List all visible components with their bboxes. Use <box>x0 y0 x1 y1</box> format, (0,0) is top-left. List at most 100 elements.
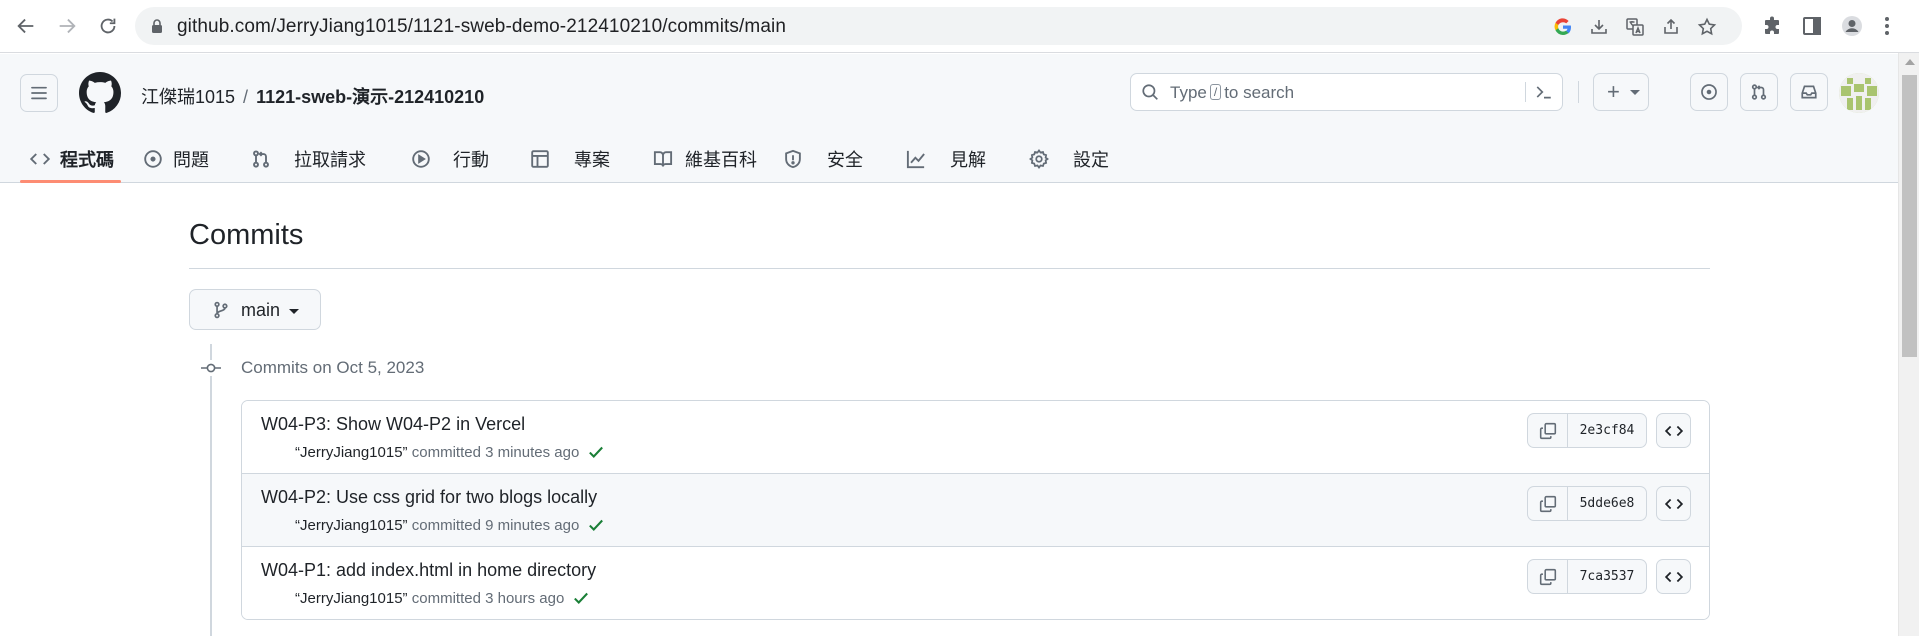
commit-group-heading: Commits on Oct 5, 2023 <box>241 358 425 377</box>
list-item: W04-P3: Show W04-P2 in Vercel “JerryJian… <box>242 401 1709 473</box>
commit-time: 3 minutes ago <box>485 443 580 461</box>
back-icon[interactable] <box>10 10 42 42</box>
tab-pull-requests[interactable]: 拉取請求 <box>251 134 366 183</box>
tab-label: 拉取請求 <box>294 149 366 170</box>
tab-label: 專案 <box>574 149 610 170</box>
commit-time: 9 minutes ago <box>485 516 580 534</box>
branch-selector-button[interactable]: main <box>189 289 321 330</box>
commit-message-link[interactable]: W04-P3: Show W04-P2 in Vercel <box>261 414 525 435</box>
inbox-button[interactable] <box>1790 73 1828 111</box>
page-title: Commits <box>189 219 304 251</box>
forward-icon[interactable] <box>51 10 83 42</box>
issue-opened-icon <box>1701 84 1717 100</box>
copy-sha-button[interactable] <box>1528 487 1568 520</box>
search-divider <box>1525 82 1526 102</box>
hamburger-icon <box>31 86 47 100</box>
commit-message-link[interactable]: W04-P2: Use css grid for two blogs local… <box>261 487 597 508</box>
tab-issues[interactable]: 問題 <box>143 134 209 183</box>
command-palette-icon[interactable] <box>1535 83 1553 101</box>
tab-actions[interactable]: 行動 <box>411 134 489 183</box>
more-icon[interactable] <box>1880 12 1894 40</box>
tab-label: 設定 <box>1073 149 1109 170</box>
repo-name-link[interactable]: 1121-sweb-演示-212410210 <box>256 87 484 107</box>
issues-button[interactable] <box>1690 73 1728 111</box>
commit-action: committed <box>411 589 481 607</box>
copy-sha-button[interactable] <box>1528 414 1568 447</box>
tab-projects[interactable]: 專案 <box>530 134 610 183</box>
reload-icon[interactable] <box>92 10 124 42</box>
tab-label: 見解 <box>950 149 986 170</box>
active-tab-indicator <box>20 180 121 183</box>
gear-icon <box>1029 148 1049 169</box>
tab-code[interactable]: 程式碼 <box>30 134 114 183</box>
commit-message-link[interactable]: W04-P1: add index.html in home directory <box>261 560 596 581</box>
issue-icon <box>143 149 163 169</box>
branch-name: main <box>241 300 281 320</box>
search-icon <box>1141 83 1159 101</box>
check-icon[interactable] <box>587 516 605 534</box>
hamburger-menu-button[interactable] <box>20 74 58 112</box>
sha-button-group: 2e3cf84 <box>1527 413 1647 448</box>
copy-icon <box>1539 495 1556 512</box>
header-divider <box>1578 81 1579 103</box>
side-panel-icon[interactable] <box>1798 12 1826 40</box>
tab-wiki[interactable]: 維基百科 <box>653 134 757 183</box>
check-icon[interactable] <box>572 589 590 607</box>
check-icon[interactable] <box>587 443 605 461</box>
scroll-up-arrow-icon[interactable] <box>1905 59 1915 65</box>
breadcrumb: 江傑瑞1015 / 1121-sweb-演示-212410210 <box>141 83 484 109</box>
browse-repo-button[interactable] <box>1656 486 1691 521</box>
commit-author[interactable]: “JerryJiang1015” <box>295 444 408 461</box>
pull-request-icon <box>251 149 271 169</box>
commit-author[interactable]: “JerryJiang1015” <box>295 517 408 534</box>
copy-icon <box>1539 568 1556 585</box>
repo-header: 江傑瑞1015 / 1121-sweb-演示-212410210 Type / to s… <box>0 54 1898 183</box>
tab-label: 問題 <box>173 149 209 170</box>
commit-action: committed <box>411 443 481 461</box>
tab-label: 行動 <box>453 149 489 170</box>
page-scrollbar[interactable] <box>1898 53 1919 636</box>
tab-insights[interactable]: 見解 <box>906 134 986 183</box>
tab-label: 安全 <box>827 149 863 170</box>
translate-icon[interactable] <box>1623 15 1647 39</box>
commit-sha-link[interactable]: 2e3cf84 <box>1568 414 1646 447</box>
list-item: W04-P2: Use css grid for two blogs local… <box>242 473 1709 546</box>
commit-action: committed <box>411 516 481 534</box>
commit-sha-link[interactable]: 5dde6e8 <box>1568 487 1646 520</box>
table-icon <box>530 149 550 169</box>
commit-author[interactable]: “JerryJiang1015” <box>295 590 408 607</box>
browse-repo-button[interactable] <box>1656 559 1691 594</box>
book-icon <box>653 149 673 169</box>
scroll-thumb[interactable] <box>1902 75 1917 357</box>
pull-request-icon <box>1751 84 1767 100</box>
tab-settings[interactable]: 設定 <box>1029 134 1109 183</box>
lock-icon[interactable] <box>149 18 165 34</box>
commit-sha-link[interactable]: 7ca3537 <box>1568 560 1646 593</box>
create-new-button[interactable]: + <box>1593 73 1649 111</box>
sha-button-group: 7ca3537 <box>1527 559 1647 594</box>
list-item: W04-P1: add index.html in home directory… <box>242 546 1709 619</box>
search-input[interactable]: Type / to search <box>1130 73 1563 111</box>
bookmark-star-icon[interactable] <box>1695 15 1719 39</box>
caret-down-icon <box>289 309 299 314</box>
pull-requests-button[interactable] <box>1740 73 1778 111</box>
profile-icon[interactable] <box>1838 12 1866 40</box>
google-icon[interactable] <box>1551 15 1575 39</box>
git-branch-icon <box>212 301 230 319</box>
address-bar[interactable]: github.com/JerryJiang1015/1121-sweb-demo… <box>135 7 1742 45</box>
search-shortcut-key: / <box>1209 84 1222 100</box>
tab-security[interactable]: 安全 <box>783 134 863 183</box>
copy-sha-button[interactable] <box>1528 560 1568 593</box>
code-icon <box>30 149 50 169</box>
commit-time: 3 hours ago <box>485 589 565 607</box>
browse-repo-button[interactable] <box>1656 413 1691 448</box>
install-icon[interactable] <box>1587 15 1611 39</box>
github-logo-icon[interactable] <box>79 72 121 114</box>
commit-list: W04-P3: Show W04-P2 in Vercel “JerryJian… <box>241 400 1710 620</box>
breadcrumb-separator: / <box>243 87 249 107</box>
repo-owner-link[interactable]: 江傑瑞1015 <box>141 87 235 107</box>
url-text[interactable]: github.com/JerryJiang1015/1121-sweb-demo… <box>177 16 786 38</box>
extensions-icon[interactable] <box>1759 12 1787 40</box>
avatar[interactable] <box>1839 73 1879 113</box>
share-icon[interactable] <box>1659 15 1683 39</box>
